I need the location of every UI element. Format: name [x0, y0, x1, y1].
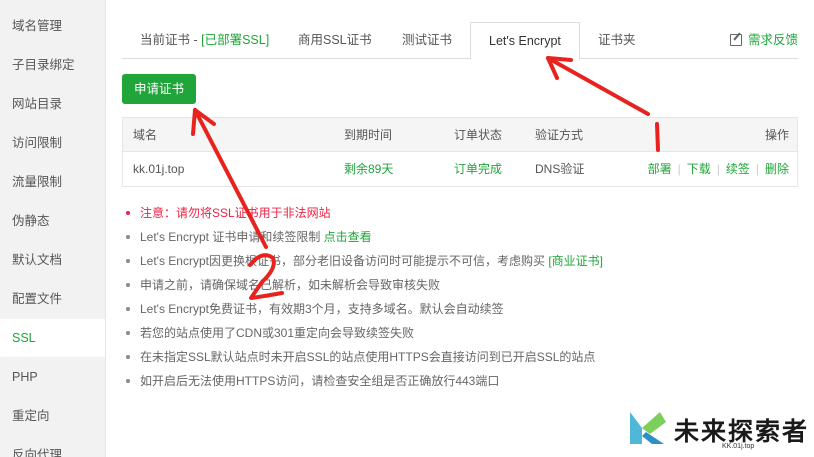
- tab-current-label: 当前证书 -: [140, 33, 202, 47]
- row-operations: 部署 | 下载 | 续签 | 删除: [648, 152, 789, 186]
- watermark: 未来探索者 KK.01j.top: [626, 408, 807, 454]
- note-root-cert: Let's Encrypt因更换根证书，部分老旧设备访问时可能提示不可信，考虑购…: [126, 253, 603, 277]
- delete-link[interactable]: 删除: [765, 162, 789, 176]
- row-domain: kk.01j.top: [133, 162, 185, 176]
- sidebar-item-reverse-proxy[interactable]: 反向代理: [0, 436, 105, 457]
- note-root-cert-text: Let's Encrypt因更换根证书，部分老旧设备访问时可能提示不可信，考虑购…: [140, 254, 549, 268]
- notes-list: 注意：请勿将SSL证书用于非法网站 Let's Encrypt 证书申请和续签限…: [126, 205, 603, 397]
- tab-commercial-ssl[interactable]: 商用SSL证书: [298, 22, 372, 59]
- tab-current-certificate[interactable]: 当前证书 - [已部署SSL]: [140, 22, 269, 59]
- note-limits: Let's Encrypt 证书申请和续签限制 点击查看: [126, 229, 603, 253]
- apply-certificate-button[interactable]: 申请证书: [122, 74, 196, 104]
- deploy-link[interactable]: 部署: [648, 162, 672, 176]
- watermark-logo-icon: [630, 412, 666, 444]
- sidebar-item-domain-management[interactable]: 域名管理: [0, 0, 105, 46]
- sidebar-item-access-limit[interactable]: 访问限制: [0, 124, 105, 163]
- ops-separator: |: [677, 162, 681, 176]
- header-ops: 操作: [764, 128, 789, 142]
- note-warning: 注意：请勿将SSL证书用于非法网站: [126, 205, 603, 229]
- table-header: 域名 到期时间 订单状态 验证方式 操作: [123, 118, 797, 152]
- edit-icon: [729, 34, 742, 46]
- tab-letsencrypt[interactable]: Let's Encrypt: [470, 22, 580, 60]
- row-verify: DNS验证: [535, 162, 585, 176]
- note-dns: 申请之前，请确保域名已解析，如未解析会导致审核失败: [126, 277, 603, 301]
- watermark-subtitle: KK.01j.top: [722, 443, 755, 450]
- row-status: 订单完成: [454, 162, 503, 176]
- row-expire: 剩余89天: [344, 162, 394, 176]
- main-panel: 当前证书 - [已部署SSL] 商用SSL证书 测试证书 Let's Encry…: [106, 0, 814, 457]
- sidebar-item-php[interactable]: PHP: [0, 358, 105, 397]
- certificate-table: 域名 到期时间 订单状态 验证方式 操作 kk.01j.top 剩余89天 订单…: [122, 117, 798, 187]
- note-port-443: 如开启后无法使用HTTPS访问，请检查安全组是否正确放行443端口: [126, 373, 603, 397]
- feedback-link[interactable]: 需求反馈: [729, 22, 798, 59]
- table-row: kk.01j.top 剩余89天 订单完成 DNS验证 部署 | 下载 | 续签 | 删除: [123, 152, 797, 186]
- sidebar-item-subdirectory-binding[interactable]: 子目录绑定: [0, 46, 105, 85]
- sidebar: 域名管理 子目录绑定 网站目录 访问限制 流量限制 伪静态 默认文档 配置文件 …: [0, 0, 106, 457]
- note-limits-text: Let's Encrypt 证书申请和续签限制: [140, 230, 324, 244]
- sidebar-item-rewrite[interactable]: 伪静态: [0, 202, 105, 241]
- sidebar-item-config-file[interactable]: 配置文件: [0, 280, 105, 319]
- sidebar-item-redirect[interactable]: 重定向: [0, 397, 105, 436]
- feedback-label: 需求反馈: [747, 33, 798, 47]
- commercial-cert-link[interactable]: [商业证书]: [548, 254, 603, 268]
- note-default-site: 在未指定SSL默认站点时未开启SSL的站点使用HTTPS会直接访问到已开启SSL…: [126, 349, 603, 373]
- ops-separator: |: [755, 162, 759, 176]
- sidebar-item-traffic-limit[interactable]: 流量限制: [0, 163, 105, 202]
- ops-separator: |: [716, 162, 720, 176]
- header-expire: 到期时间: [344, 128, 393, 142]
- ssl-tabs: 当前证书 - [已部署SSL] 商用SSL证书 测试证书 Let's Encry…: [122, 22, 798, 60]
- sidebar-item-ssl[interactable]: SSL: [0, 319, 105, 358]
- download-link[interactable]: 下载: [687, 162, 711, 176]
- renew-link[interactable]: 续签: [726, 162, 750, 176]
- view-limits-link[interactable]: 点击查看: [324, 230, 372, 244]
- header-domain: 域名: [133, 128, 158, 142]
- tab-current-status: [已部署SSL]: [201, 33, 270, 47]
- header-status: 订单状态: [454, 128, 503, 142]
- sidebar-item-site-directory[interactable]: 网站目录: [0, 85, 105, 124]
- tab-test-certificate[interactable]: 测试证书: [402, 22, 452, 59]
- sidebar-item-default-document[interactable]: 默认文档: [0, 241, 105, 280]
- header-verify: 验证方式: [535, 128, 584, 142]
- note-cdn: 若您的站点使用了CDN或301重定向会导致续签失败: [126, 325, 603, 349]
- tab-certificate-folder[interactable]: 证书夹: [598, 22, 636, 59]
- note-validity: Let's Encrypt免费证书，有效期3个月，支持多域名。默认会自动续签: [126, 301, 603, 325]
